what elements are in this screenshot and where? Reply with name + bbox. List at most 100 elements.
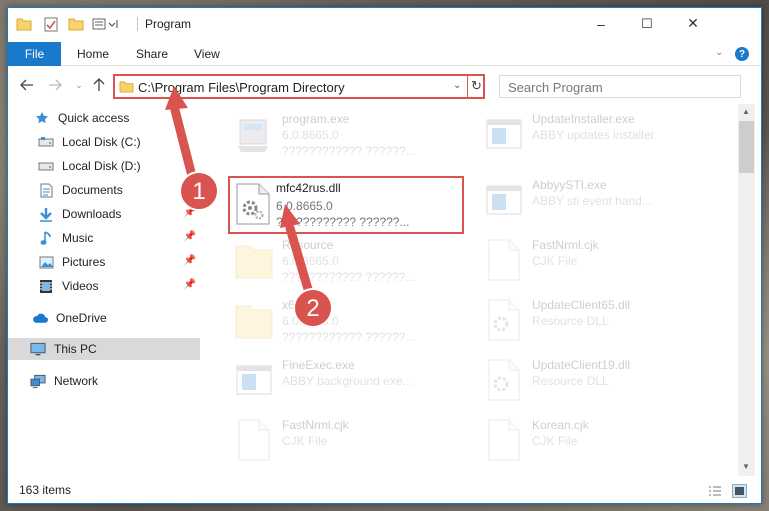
back-button[interactable] [18, 76, 36, 94]
recent-locations-icon[interactable]: ⌄ [70, 76, 88, 94]
close-icon: ✕ [687, 15, 699, 31]
sidebar-item-documents[interactable]: Documents [8, 179, 200, 201]
details-view-icon[interactable] [708, 485, 722, 500]
new-folder-icon[interactable] [68, 16, 84, 32]
file-name: UpdateInstaller.exe [532, 112, 635, 126]
file-item[interactable]: FastNrml.cjk CJK File [478, 232, 718, 290]
cloud-icon [32, 310, 48, 326]
status-bar: 163 items [8, 480, 761, 503]
file-item[interactable]: UpdateInstaller.exe ABBY updates install… [478, 106, 718, 164]
search-box[interactable]: Search Program [499, 75, 741, 98]
file-description: ???????????? ??????... [276, 215, 410, 229]
pictures-icon [38, 254, 54, 270]
forward-arrow-icon [49, 79, 62, 91]
search-input[interactable]: Search Program [508, 80, 603, 95]
file-name: AbbyySTI.exe [532, 178, 607, 192]
exe-icon [484, 178, 524, 224]
file-icon [234, 418, 274, 464]
sidebar-item-local-disk-d[interactable]: Local Disk (D:) [8, 155, 200, 177]
sidebar-item-downloads[interactable]: Downloads 📌 [8, 203, 200, 225]
file-item[interactable]: x64 6.0.8665.0 ???????????? ??????... [228, 292, 468, 350]
file-name: UpdateClient65.dll [532, 298, 631, 312]
title-separator [137, 17, 138, 31]
exe-icon [234, 112, 274, 158]
file-type: CJK File [532, 254, 578, 268]
window-title: Program [145, 17, 192, 31]
scroll-down-icon[interactable]: ▼ [742, 462, 750, 471]
close-button[interactable]: ✕ [670, 8, 716, 39]
sidebar-item-this-pc[interactable]: This PC [8, 338, 200, 360]
minimize-icon: – [597, 15, 605, 32]
pin-icon[interactable]: 📌 [184, 255, 196, 266]
sidebar-item-pictures[interactable]: Pictures 📌 [8, 251, 200, 273]
help-button[interactable]: ? [735, 47, 749, 61]
item-count: 163 items [19, 483, 72, 497]
scroll-up-icon[interactable]: ▲ [742, 107, 750, 116]
sidebar-item-local-disk-c[interactable]: Local Disk (C:) [8, 131, 200, 153]
file-type: Resource DLL [532, 374, 609, 388]
sidebar-item-label: Pictures [62, 255, 106, 269]
dll-icon [234, 182, 274, 228]
minimize-button[interactable]: – [578, 8, 624, 39]
file-description: ABBY sti event hand... [532, 194, 652, 208]
sidebar-item-label: Music [62, 231, 94, 245]
address-separator [467, 76, 468, 97]
file-item[interactable]: AbbyySTI.exe ABBY sti event hand... [478, 172, 718, 230]
file-name: mfc42rus.dll [276, 181, 341, 195]
back-arrow-icon [20, 79, 33, 91]
file-item[interactable]: Resource 6.0.8665.0 ???????????? ??????.… [228, 232, 468, 290]
music-icon [38, 230, 54, 246]
sidebar-item-label: Downloads [62, 207, 122, 221]
file-item[interactable]: FastNrml.cjk CJK File [228, 412, 468, 470]
properties-icon[interactable] [44, 16, 58, 32]
tab-home[interactable]: Home [77, 42, 109, 66]
pin-icon[interactable]: 📌 [184, 231, 196, 242]
dll-icon [484, 298, 524, 344]
pin-icon[interactable]: 📌 [184, 207, 196, 218]
file-type: CJK File [532, 434, 578, 448]
file-item-mfc42rus[interactable]: mfc42rus.dll 6.0.8665.0 ???????????? ???… [228, 176, 464, 234]
file-item[interactable]: Korean.cjk CJK File [478, 412, 718, 470]
sidebar-item-music[interactable]: Music 📌 [8, 227, 200, 249]
refresh-icon[interactable]: ↻ [471, 78, 482, 94]
address-bar[interactable]: C:\Program Files\Program Directory ⌄ ↻ [113, 74, 485, 99]
file-type: Resource DLL [532, 314, 609, 328]
sidebar-item-label: Quick access [58, 111, 130, 125]
sidebar-item-quick-access[interactable]: Quick access [8, 107, 200, 129]
file-icon [484, 418, 524, 464]
exe-icon [484, 112, 524, 158]
large-icons-view-icon[interactable] [732, 484, 747, 498]
address-dropdown-icon[interactable]: ⌄ [453, 80, 461, 91]
maximize-button[interactable]: ☐ [624, 8, 670, 39]
folder-icon [119, 81, 134, 93]
tab-file[interactable]: File [8, 42, 61, 66]
file-item[interactable]: FineExec.exe ABBY background exe... [228, 352, 468, 410]
drive-icon [38, 134, 54, 150]
computer-icon [30, 341, 46, 357]
tab-share[interactable]: Share [136, 42, 168, 66]
file-description: ???????????? ??????... [282, 270, 416, 284]
pin-icon[interactable]: 📌 [184, 279, 196, 290]
file-item[interactable]: program.exe 6.0.8665.0 ???????????? ????… [228, 106, 468, 164]
maximize-icon: ☐ [641, 15, 653, 31]
file-item[interactable]: UpdateClient19.dll Resource DLL [478, 352, 718, 410]
forward-button[interactable] [46, 76, 64, 94]
folder-icon [234, 298, 274, 344]
scroll-thumb[interactable] [739, 121, 754, 173]
up-button[interactable] [90, 76, 108, 94]
file-name: FastNrml.cjk [282, 418, 349, 432]
sidebar-item-label: Local Disk (C:) [62, 135, 141, 149]
tab-view[interactable]: View [194, 42, 220, 66]
sidebar-item-videos[interactable]: Videos 📌 [8, 275, 200, 297]
vertical-scrollbar[interactable]: ▲ ▼ [738, 104, 755, 476]
sidebar-item-network[interactable]: Network [8, 370, 200, 392]
download-icon [38, 206, 54, 222]
file-type: CJK File [282, 434, 328, 448]
customize-toolbar-icon[interactable] [92, 16, 120, 32]
folder-icon [16, 16, 32, 32]
sidebar-item-onedrive[interactable]: OneDrive [8, 307, 200, 329]
navigation-pane: Quick access Local Disk (C:) Local Disk … [8, 104, 200, 476]
expand-ribbon-icon[interactable]: ⌄ [715, 47, 723, 58]
annotation-label-1: 1 [192, 178, 206, 205]
file-item[interactable]: UpdateClient65.dll Resource DLL [478, 292, 718, 350]
